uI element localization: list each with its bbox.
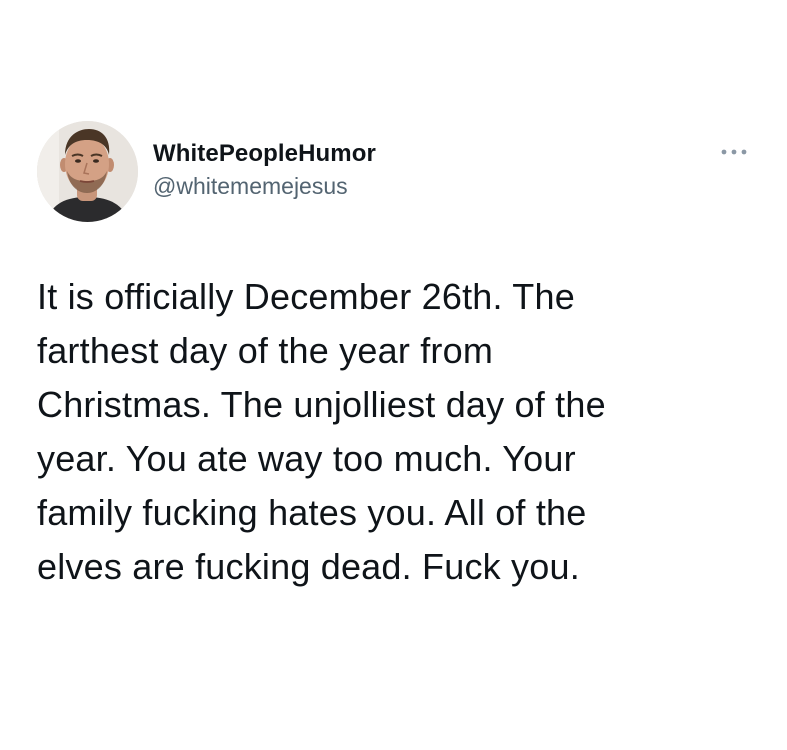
author-avatar[interactable] (37, 121, 138, 222)
avatar-photo-icon (37, 121, 138, 222)
author-display-name[interactable]: WhitePeopleHumor (153, 140, 376, 168)
author-handle[interactable]: @whitememejesus (153, 173, 348, 200)
tweet-card: WhitePeopleHumor @whitememejesus It is o… (0, 0, 787, 750)
tweet-text: It is officially December 26th. The fart… (37, 276, 606, 587)
more-options-button[interactable] (716, 140, 752, 164)
more-horizontal-icon (721, 149, 747, 155)
